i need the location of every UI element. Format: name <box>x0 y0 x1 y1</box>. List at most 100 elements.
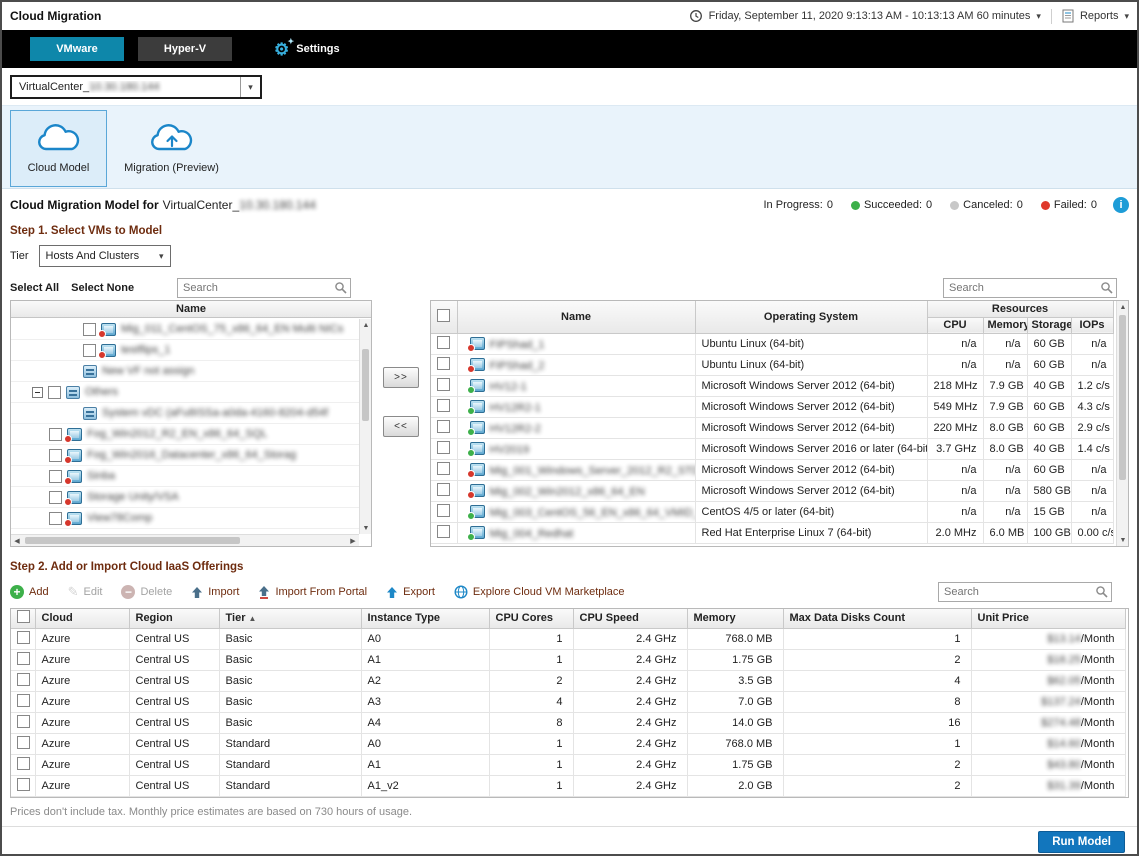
column-header-iops[interactable]: IOPs <box>1071 317 1113 333</box>
tree-item[interactable]: Fog_Win2016_Datacenter_x86_64_Storag <box>11 445 359 466</box>
checkbox[interactable] <box>83 323 96 336</box>
tree-item[interactable]: System vDC (aFu8ISSa-a0da-4160-8204-d54f <box>11 403 359 424</box>
select-all-checkbox[interactable] <box>17 610 30 623</box>
tile-migration-preview[interactable]: Migration (Preview) <box>123 110 220 187</box>
scroll-left-icon[interactable]: ◀ <box>11 535 23 547</box>
table-row[interactable]: AzureCentral USStandardA1_v212.4 GHz2.0 … <box>11 775 1125 796</box>
checkbox[interactable] <box>49 449 62 462</box>
checkbox[interactable] <box>17 778 30 791</box>
checkbox[interactable] <box>17 694 30 707</box>
table-row[interactable]: HV12-1Microsoft Windows Server 2012 (64-… <box>431 375 1113 396</box>
explore-marketplace-button[interactable]: Explore Cloud VM Marketplace <box>454 585 625 599</box>
table-row[interactable]: AzureCentral USBasicA342.4 GHz7.0 GB8$13… <box>11 691 1125 712</box>
table-row[interactable]: HV2019Microsoft Windows Server 2016 or l… <box>431 438 1113 459</box>
tree-item[interactable]: Storage Unity/VSA <box>11 487 359 508</box>
table-row[interactable]: Mig_003_CentOS_56_EN_x86_64_VMID_2CentOS… <box>431 501 1113 522</box>
tree-item[interactable]: testflips_1 <box>11 340 359 361</box>
move-right-button[interactable]: >> <box>383 367 419 388</box>
scroll-right-icon[interactable]: ▶ <box>347 535 359 547</box>
checkbox[interactable] <box>49 512 62 525</box>
column-header-storage[interactable]: Storage <box>1027 317 1071 333</box>
time-range-label[interactable]: Friday, September 11, 2020 9:13:13 AM - … <box>709 10 1031 22</box>
tab-hyperv[interactable]: Hyper-V <box>138 37 232 61</box>
tree-item[interactable]: Mig_011_CentOS_75_x86_64_EN Multi NICs <box>11 319 359 340</box>
table-row[interactable]: AzureCentral USBasicA012.4 GHz768.0 MB1$… <box>11 628 1125 649</box>
column-header-region[interactable]: Region <box>129 609 219 628</box>
scroll-thumb[interactable] <box>362 349 369 421</box>
checkbox[interactable] <box>437 420 450 433</box>
tab-vmware[interactable]: VMware <box>30 37 124 61</box>
tree-horizontal-scrollbar[interactable]: ◀ ▶ <box>11 534 359 546</box>
reports-caret-icon[interactable]: ▾ <box>1124 11 1129 22</box>
column-header-name[interactable]: Name <box>457 301 695 333</box>
tile-cloud-model[interactable]: Cloud Model <box>10 110 107 187</box>
tree-vertical-scrollbar[interactable]: ▲ ▼ <box>359 319 371 534</box>
table-row[interactable]: AzureCentral USBasicA112.4 GHz1.75 GB2$1… <box>11 649 1125 670</box>
column-header-tier[interactable]: Tier▲ <box>219 609 361 628</box>
checkbox[interactable] <box>437 357 450 370</box>
table-row[interactable]: AzureCentral USBasicA222.4 GHz3.5 GB4$62… <box>11 670 1125 691</box>
checkbox[interactable] <box>437 525 450 538</box>
scroll-down-icon[interactable]: ▼ <box>1117 534 1129 546</box>
table-row[interactable]: Mig_004_RedhatRed Hat Enterprise Linux 7… <box>431 522 1113 543</box>
tree-item[interactable]: Sinba <box>11 466 359 487</box>
collapse-icon[interactable] <box>32 387 43 398</box>
checkbox[interactable] <box>437 483 450 496</box>
column-header-cloud[interactable]: Cloud <box>35 609 129 628</box>
add-button[interactable]: + Add <box>10 585 49 599</box>
checkbox[interactable] <box>437 504 450 517</box>
tree-item[interactable]: View78Comp <box>11 508 359 529</box>
column-header-cpu-speed[interactable]: CPU Speed <box>573 609 687 628</box>
table-row[interactable]: AzureCentral USStandardA112.4 GHz1.75 GB… <box>11 754 1125 775</box>
select-all-checkbox[interactable] <box>437 309 450 322</box>
checkbox[interactable] <box>17 715 30 728</box>
checkbox[interactable] <box>437 336 450 349</box>
column-header-os[interactable]: Operating System <box>695 301 927 333</box>
column-header-memory[interactable]: Memory <box>687 609 783 628</box>
select-all-button[interactable]: Select All <box>10 282 59 294</box>
checkbox[interactable] <box>17 652 30 665</box>
time-range-caret-icon[interactable]: ▾ <box>1036 11 1041 22</box>
tree-item[interactable]: New VF not assign <box>11 361 359 382</box>
table-row[interactable]: AzureCentral USBasicA482.4 GHz14.0 GB16$… <box>11 712 1125 733</box>
table-row[interactable]: Mig_001_Windows_Server_2012_R2_STD_E...M… <box>431 459 1113 480</box>
table-row[interactable]: FIPShad_2Ubuntu Linux (64-bit)n/an/a60 G… <box>431 354 1113 375</box>
source-search-input[interactable] <box>177 278 351 298</box>
vcenter-dropdown[interactable]: VirtualCenter_10.30.180.144 ▾ <box>10 75 262 99</box>
checkbox[interactable] <box>17 673 30 686</box>
tree-item[interactable]: Others <box>11 382 359 403</box>
tree-name-header[interactable]: Name <box>11 301 371 318</box>
scroll-up-icon[interactable]: ▲ <box>1117 301 1129 313</box>
offerings-search-input[interactable] <box>938 582 1112 602</box>
delete-button[interactable]: − Delete <box>121 585 172 599</box>
table-row[interactable]: AzureCentral USStandardA012.4 GHz768.0 M… <box>11 733 1125 754</box>
column-header-max-data-disks[interactable]: Max Data Disks Count <box>783 609 971 628</box>
vcenter-caret-icon[interactable]: ▾ <box>240 77 260 97</box>
vm-table-scrollbar[interactable]: ▲ ▼ <box>1116 301 1128 546</box>
move-left-button[interactable]: << <box>383 416 419 437</box>
edit-button[interactable]: ✎ Edit <box>68 584 103 600</box>
checkbox[interactable] <box>49 470 62 483</box>
column-header-cpu[interactable]: CPU <box>927 317 983 333</box>
column-header-unit-price[interactable]: Unit Price <box>971 609 1125 628</box>
import-from-portal-button[interactable]: Import From Portal <box>258 586 367 599</box>
scroll-thumb[interactable] <box>25 537 240 544</box>
checkbox[interactable] <box>17 757 30 770</box>
checkbox[interactable] <box>17 631 30 644</box>
export-button[interactable]: Export <box>386 586 435 599</box>
table-row[interactable]: HV12R2-2Microsoft Windows Server 2012 (6… <box>431 417 1113 438</box>
selected-search-input[interactable] <box>943 278 1117 298</box>
table-row[interactable]: FIPShad_1Ubuntu Linux (64-bit)n/an/a60 G… <box>431 333 1113 354</box>
scroll-down-icon[interactable]: ▼ <box>360 522 372 534</box>
run-model-button[interactable]: Run Model <box>1038 831 1125 853</box>
checkbox[interactable] <box>437 399 450 412</box>
select-none-button[interactable]: Select None <box>71 282 134 294</box>
tree-item[interactable]: Fog_Win2012_R2_EN_x86_64_SQL <box>11 424 359 445</box>
table-row[interactable]: HV12R2-1Microsoft Windows Server 2012 (6… <box>431 396 1113 417</box>
checkbox[interactable] <box>49 428 62 441</box>
info-icon[interactable] <box>1113 197 1129 213</box>
checkbox[interactable] <box>437 462 450 475</box>
checkbox[interactable] <box>17 736 30 749</box>
reports-menu[interactable]: Reports <box>1080 10 1119 22</box>
checkbox[interactable] <box>49 491 62 504</box>
